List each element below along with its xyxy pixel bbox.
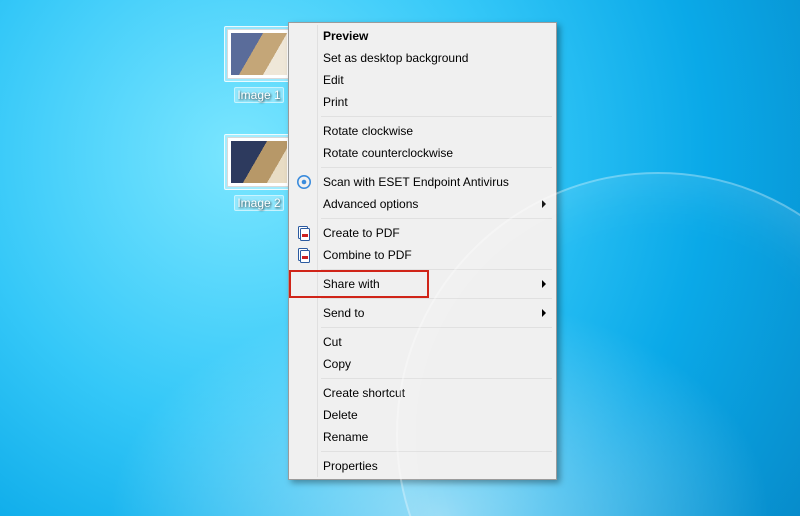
desktop-icon-image2[interactable]: Image 2 — [222, 134, 296, 211]
menu-separator — [321, 298, 552, 299]
menu-item-create-shortcut[interactable]: Create shortcut — [291, 382, 554, 404]
thumbnail-icon — [227, 29, 291, 79]
menu-item-rotate-counterclockwise[interactable]: Rotate counterclockwise — [291, 142, 554, 164]
menu-separator — [321, 451, 552, 452]
eset-icon — [295, 173, 313, 191]
menu-item-label: Preview — [323, 29, 368, 43]
menu-item-label: Create shortcut — [323, 386, 405, 400]
menu-separator — [321, 116, 552, 117]
menu-item-rename[interactable]: Rename — [291, 426, 554, 448]
menu-item-label: Combine to PDF — [323, 248, 412, 262]
menu-item-create-to-pdf[interactable]: Create to PDF — [291, 222, 554, 244]
menu-item-send-to[interactable]: Send to — [291, 302, 554, 324]
menu-item-label: Scan with ESET Endpoint Antivirus — [323, 175, 509, 189]
menu-item-label: Cut — [323, 335, 342, 349]
menu-item-label: Share with — [323, 277, 380, 291]
menu-item-label: Rotate clockwise — [323, 124, 413, 138]
menu-item-eset-advanced-options[interactable]: Advanced options — [291, 193, 554, 215]
pdf-combine-icon — [295, 246, 313, 264]
menu-item-label: Advanced options — [323, 197, 418, 211]
menu-item-label: Delete — [323, 408, 358, 422]
menu-item-eset-scan[interactable]: Scan with ESET Endpoint Antivirus — [291, 171, 554, 193]
menu-item-label: Rename — [323, 430, 368, 444]
menu-item-rotate-clockwise[interactable]: Rotate clockwise — [291, 120, 554, 142]
menu-item-label: Copy — [323, 357, 351, 371]
menu-item-share-with[interactable]: Share with — [291, 273, 554, 295]
menu-separator — [321, 378, 552, 379]
menu-item-preview[interactable]: Preview — [291, 25, 554, 47]
desktop-icon-label: Image 1 — [234, 87, 283, 103]
context-menu: Preview Set as desktop background Edit P… — [288, 22, 557, 480]
menu-item-label: Rotate counterclockwise — [323, 146, 453, 160]
menu-item-properties[interactable]: Properties — [291, 455, 554, 477]
submenu-arrow-icon — [542, 280, 546, 288]
desktop[interactable]: Image 1 Image 2 Preview Set as desktop b… — [0, 0, 800, 516]
pdf-icon — [295, 224, 313, 242]
menu-item-copy[interactable]: Copy — [291, 353, 554, 375]
menu-item-cut[interactable]: Cut — [291, 331, 554, 353]
desktop-icon-image1[interactable]: Image 1 — [222, 26, 296, 103]
menu-item-label: Properties — [323, 459, 378, 473]
menu-item-print[interactable]: Print — [291, 91, 554, 113]
menu-separator — [321, 269, 552, 270]
menu-item-delete[interactable]: Delete — [291, 404, 554, 426]
menu-separator — [321, 327, 552, 328]
menu-item-edit[interactable]: Edit — [291, 69, 554, 91]
thumbnail-icon — [227, 137, 291, 187]
submenu-arrow-icon — [542, 200, 546, 208]
submenu-arrow-icon — [542, 309, 546, 317]
menu-item-combine-to-pdf[interactable]: Combine to PDF — [291, 244, 554, 266]
menu-item-label: Edit — [323, 73, 344, 87]
menu-item-set-desktop-background[interactable]: Set as desktop background — [291, 47, 554, 69]
desktop-icon-label: Image 2 — [234, 195, 283, 211]
menu-separator — [321, 218, 552, 219]
menu-item-label: Print — [323, 95, 348, 109]
menu-item-label: Set as desktop background — [323, 51, 468, 65]
menu-separator — [321, 167, 552, 168]
menu-item-label: Send to — [323, 306, 364, 320]
menu-item-label: Create to PDF — [323, 226, 400, 240]
